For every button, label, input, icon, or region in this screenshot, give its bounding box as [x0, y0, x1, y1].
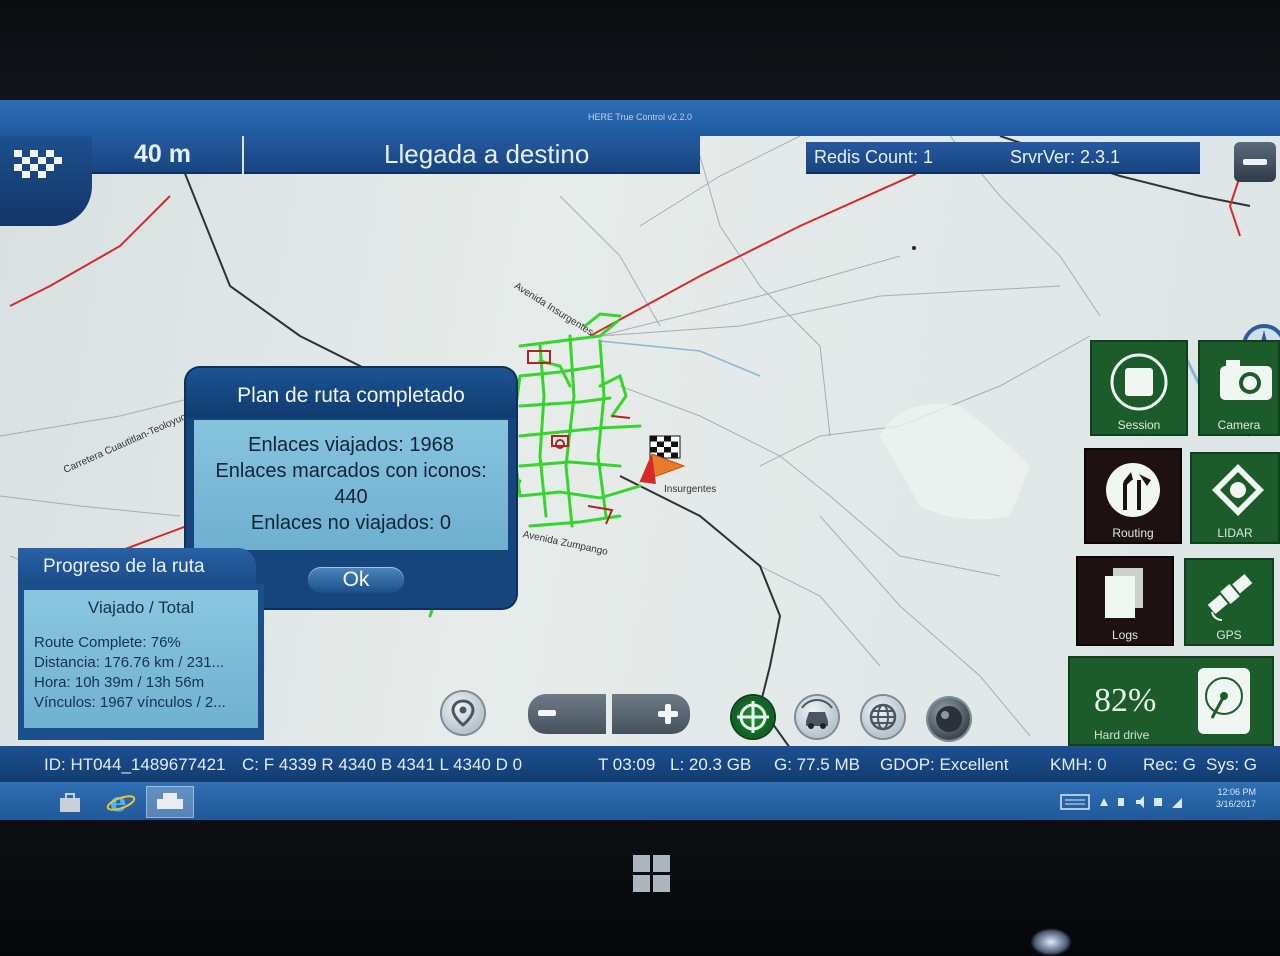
gps-tile[interactable]: GPS: [1184, 558, 1274, 646]
toolbox-icon[interactable]: [56, 788, 84, 816]
checkered-flag-icon: [14, 150, 62, 178]
map-layers-button[interactable]: [862, 696, 904, 738]
record-dot-icon: [936, 706, 962, 732]
dialog-line: Enlaces marcados con iconos:: [215, 460, 487, 482]
document-stack-icon: [1105, 568, 1143, 618]
routing-arrow-icon: [1106, 463, 1160, 517]
destination-flag-tile: [0, 136, 92, 226]
clock-time: 12:06 PM: [1217, 787, 1256, 797]
location-pin-button[interactable]: [442, 692, 484, 734]
record-status: Rec: G: [1143, 755, 1196, 774]
road-label: Insurgentes: [664, 484, 717, 495]
progress-line: Route Complete: 76%: [34, 634, 181, 651]
server-status: Redis Count: 1 SrvrVer: 2.3.1: [806, 142, 1200, 174]
progress-line: Hora: 10h 39m / 13h 56m: [34, 674, 205, 691]
speed-readout: KMH: 0: [1050, 755, 1107, 774]
route-progress-panel: Progreso de la ruta Viajado / Total Rout…: [18, 548, 264, 744]
gdop-status: GDOP: Excellent: [880, 755, 1009, 774]
dialog-line: 440: [334, 486, 368, 508]
lidar-icon: [1212, 464, 1264, 516]
globe-icon: [869, 703, 897, 731]
elapsed-time: T 03:09: [598, 755, 656, 774]
routing-tile[interactable]: Routing: [1084, 448, 1182, 544]
progress-line: Distancia: 176.76 km / 231...: [34, 654, 225, 671]
progress-details: Viajado / Total Route Complete: 76% Dist…: [24, 590, 258, 728]
keyboard-icon[interactable]: [1060, 794, 1090, 810]
zoom-out-button[interactable]: [528, 694, 606, 734]
windows-taskbar: e 12:06 PM 3/16/2017: [0, 782, 1280, 822]
screen: HERE True Control v2.2.0 Carretera Cuaut…: [0, 100, 1280, 822]
vehicle-app-icon: [157, 793, 183, 809]
hard-drive-tile[interactable]: 82% Hard drive: [1068, 656, 1274, 746]
app-title-bar: HERE True Control v2.2.0: [0, 100, 1280, 136]
minimize-button[interactable]: [1234, 142, 1276, 182]
session-label: Session: [1117, 418, 1161, 432]
capture-counters: C: F 4339 R 4340 B 4341 L 4340 D 0: [242, 755, 523, 774]
lidar-tile[interactable]: LIDAR: [1190, 452, 1280, 544]
progress-columns: Viajado / Total: [87, 598, 195, 617]
hard-drive-usage: 82%: [1094, 682, 1157, 719]
next-maneuver-distance: 40 m: [92, 136, 242, 174]
clock-date: 3/16/2017: [1215, 799, 1256, 809]
session-id: ID: HT044_1489677421: [44, 755, 226, 774]
camera-tile[interactable]: Camera: [1198, 340, 1280, 436]
monitor-bezel-top: [0, 0, 1280, 100]
camera-label: Camera: [1217, 418, 1261, 432]
satellite-icon: [1207, 573, 1253, 622]
hard-drive-label: Hard drive: [1094, 728, 1150, 742]
camera-icon: [1220, 360, 1272, 400]
maneuver-instruction: Llegada a destino: [244, 136, 700, 174]
dialog-body: Enlaces viajados: 1968 Enlaces marcados …: [194, 420, 508, 550]
progress-panel-body: Viajado / Total Route Complete: 76% Dist…: [18, 584, 264, 740]
lidar-label: LIDAR: [1217, 526, 1253, 540]
redis-count: Redis Count: 1: [814, 147, 934, 167]
routing-label: Routing: [1112, 526, 1154, 540]
center-position-button[interactable]: [732, 696, 774, 738]
power-light: [1030, 928, 1072, 956]
ok-button[interactable]: Ok: [308, 567, 404, 593]
taskbar-app-button[interactable]: [146, 786, 194, 818]
location-pin-icon: [451, 699, 475, 727]
logs-tile[interactable]: Logs: [1076, 556, 1174, 646]
system-status: Sys: G: [1206, 755, 1258, 774]
server-version: SrvrVer: 2.3.1: [1010, 147, 1121, 167]
progress-line: Vínculos: 1967 vínculos / 2...: [34, 694, 226, 711]
zoom-in-button[interactable]: [612, 694, 690, 734]
app-title: HERE True Control v2.2.0: [587, 112, 693, 122]
gps-storage: G: 77.5 MB: [774, 755, 860, 774]
session-tile[interactable]: Session: [1090, 340, 1188, 436]
hard-drive-icon: [1198, 668, 1250, 734]
windows-logo-icon: [633, 855, 671, 893]
dialog-line: Enlaces no viajados: 0: [250, 512, 452, 534]
internet-explorer-icon[interactable]: e: [106, 787, 136, 817]
progress-panel-title[interactable]: Progreso de la ruta: [18, 548, 256, 586]
vehicle-view-button[interactable]: [796, 696, 838, 738]
gps-label: GPS: [1216, 628, 1242, 642]
system-tray-icons[interactable]: [1098, 794, 1188, 810]
status-bar: ID: HT044_1489677421 C: F 4339 R 4340 B …: [0, 746, 1280, 782]
car-icon: [801, 699, 833, 729]
crosshair-icon: [737, 701, 769, 733]
dialog-title: Plan de ruta completado: [186, 368, 516, 418]
dialog-line: Enlaces viajados: 1968: [248, 434, 454, 456]
logs-label: Logs: [1111, 628, 1139, 642]
record-button[interactable]: [928, 698, 970, 740]
stop-square-icon: [1110, 353, 1168, 411]
lidar-storage: L: 20.3 GB: [670, 755, 752, 774]
